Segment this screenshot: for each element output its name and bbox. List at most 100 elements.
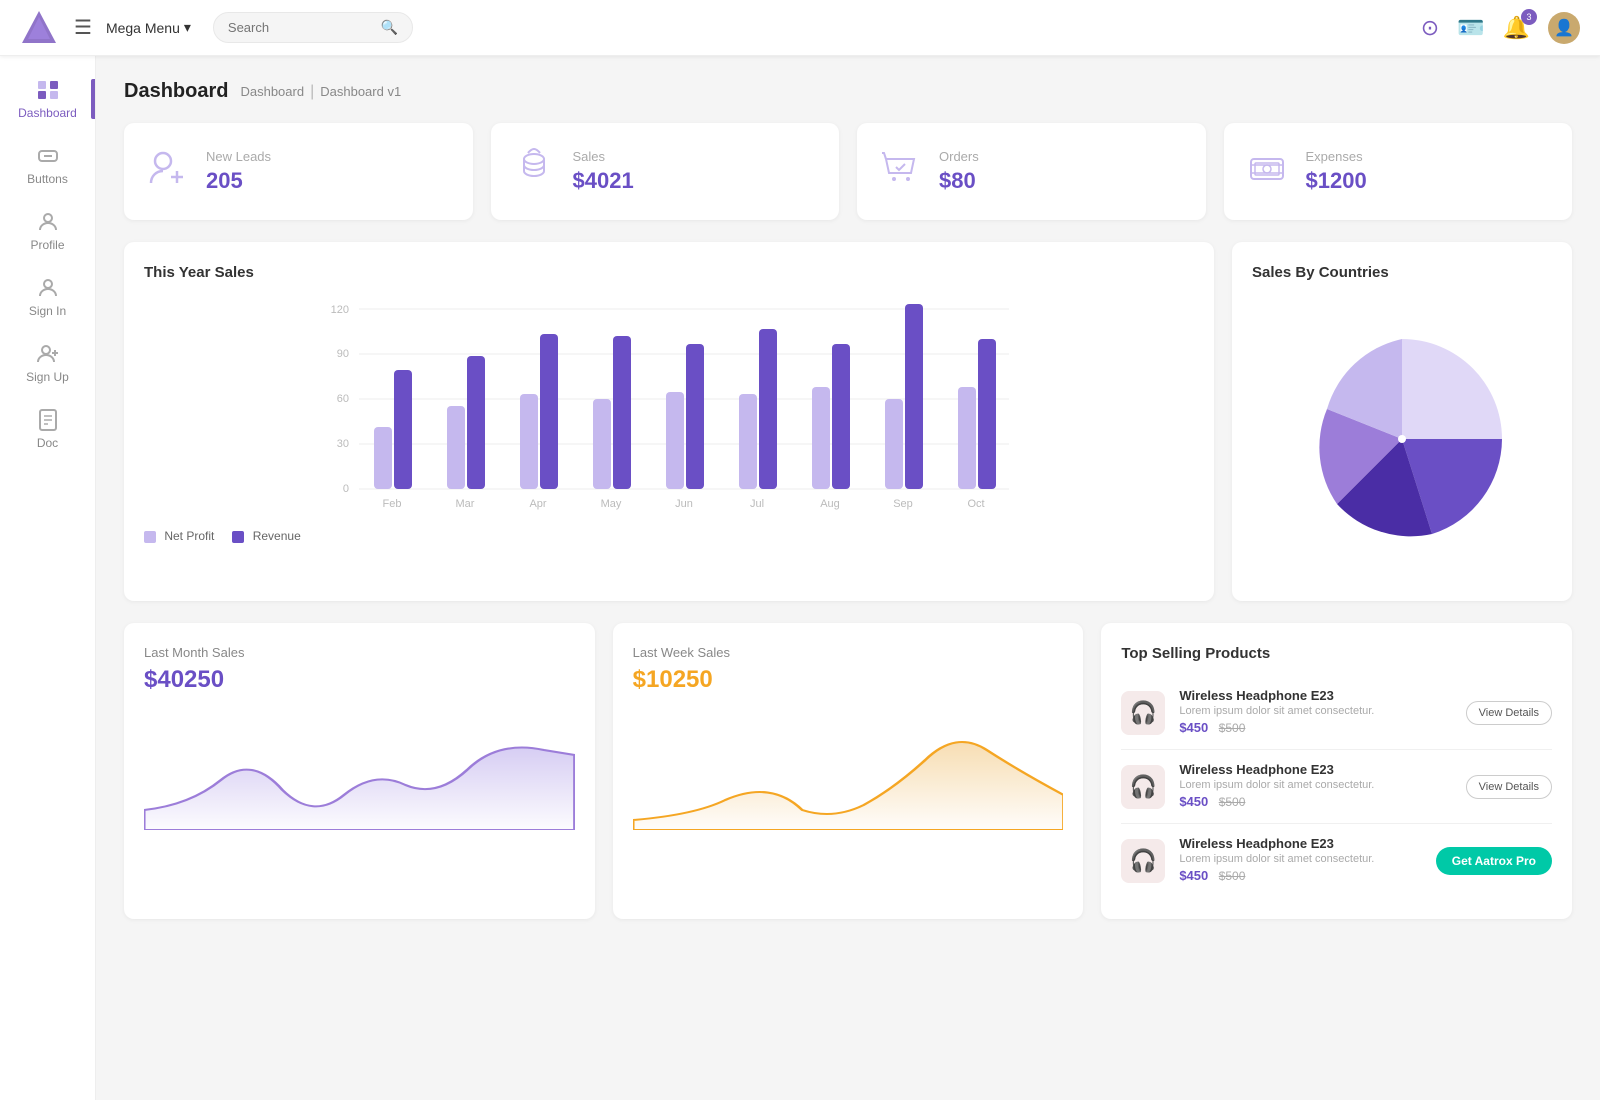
buttons-icon [36,144,60,168]
breadcrumb-link-1[interactable]: Dashboard [240,84,304,99]
svg-text:Jun: Jun [675,498,693,510]
last-week-label: Last Week Sales [633,645,1064,660]
sidebar-item-doc[interactable]: Doc [0,396,95,462]
pie-chart [1252,299,1552,579]
bottom-row: Last Month Sales $40250 Last Week Sales … [124,623,1572,919]
breadcrumb: Dashboard Dashboard | Dashboard v1 [124,80,1572,103]
stat-card-value: $1200 [1306,168,1367,194]
product-price-old: $500 [1219,721,1246,735]
svg-text:90: 90 [337,348,349,360]
svg-text:Sep: Sep [893,498,913,510]
svg-text:May: May [601,498,622,510]
mega-menu-button[interactable]: Mega Menu ▾ [106,19,195,36]
dashboard-icon [36,78,60,102]
stat-card-value: $4021 [573,168,634,194]
stat-card-info: Expenses $1200 [1306,149,1367,194]
search-icon: 🔍 [380,19,397,36]
main-content: Dashboard Dashboard | Dashboard v1 New L… [96,56,1600,1100]
search-input[interactable] [228,20,377,35]
product-info: Wireless Headphone E23 Lorem ipsum dolor… [1179,688,1451,737]
product-image: 🎧 [1121,839,1165,883]
stat-card-info: Orders $80 [939,149,979,194]
charts-row: This Year Sales 120 90 60 30 0 [124,242,1572,601]
svg-text:120: 120 [331,304,349,316]
signup-icon [36,342,60,366]
logo[interactable] [20,9,58,47]
last-month-value: $40250 [144,666,575,694]
stat-card-label: Expenses [1306,149,1367,164]
chart-legend: Net Profit Revenue [144,529,1194,543]
sidebar: Dashboard Buttons Profile Sign In Sign U… [0,56,96,1100]
svg-text:Apr: Apr [529,498,546,510]
sidebar-item-dashboard[interactable]: Dashboard [0,66,95,132]
stat-card-new-leads: New Leads 205 [124,123,473,220]
product-desc: Lorem ipsum dolor sit amet consectetur. [1179,779,1451,791]
last-month-label: Last Month Sales [144,645,575,660]
notification-badge: 3 [1521,9,1537,25]
topnav-right: ⊙ 🪪 🔔 3 👤 [1421,12,1580,44]
bar-chart: 120 90 60 30 0 [144,299,1194,519]
product-price-new: $450 [1179,794,1208,809]
sidebar-item-profile[interactable]: Profile [0,198,95,264]
pie-chart-card: Sales By Countries [1232,242,1572,601]
expenses-icon [1244,145,1290,198]
stat-card-sales: Sales $4021 [491,123,840,220]
sidebar-label-signin: Sign In [29,304,66,318]
stat-card-orders: Orders $80 [857,123,1206,220]
view-details-button-2[interactable]: View Details [1466,775,1552,799]
last-month-sales-card: Last Month Sales $40250 [124,623,595,919]
view-details-button[interactable]: View Details [1466,701,1552,725]
sidebar-label-profile: Profile [30,238,64,252]
sidebar-label-doc: Doc [37,436,58,450]
svg-text:60: 60 [337,393,349,405]
product-name: Wireless Headphone E23 [1179,762,1451,777]
product-price-new: $450 [1179,720,1208,735]
products-title: Top Selling Products [1121,645,1552,662]
github-icon[interactable]: ⊙ [1421,15,1439,41]
product-info: Wireless Headphone E23 Lorem ipsum dolor… [1179,762,1451,811]
card-icon[interactable]: 🪪 [1457,15,1484,41]
svg-text:Mar: Mar [456,498,475,510]
avatar[interactable]: 👤 [1548,12,1580,44]
last-week-chart [633,710,1064,830]
breadcrumb-separator: | [310,83,314,101]
doc-icon [36,408,60,432]
product-item: 🎧 Wireless Headphone E23 Lorem ipsum dol… [1121,750,1552,824]
svg-text:Jul: Jul [750,498,764,510]
product-item: 🎧 Wireless Headphone E23 Lorem ipsum dol… [1121,676,1552,750]
svg-text:Aug: Aug [820,498,840,510]
product-price-new: $450 [1179,868,1208,883]
sidebar-label-buttons: Buttons [27,172,68,186]
get-pro-button[interactable]: Get Aatrox Pro [1436,847,1552,875]
stat-card-label: Sales [573,149,634,164]
orders-icon [877,145,923,198]
stat-card-value: $80 [939,168,979,194]
stat-card-value: 205 [206,168,271,194]
svg-text:0: 0 [343,483,349,495]
svg-text:Feb: Feb [383,498,402,510]
topnav: ☰ Mega Menu ▾ 🔍 ⊙ 🪪 🔔 3 👤 [0,0,1600,56]
product-name: Wireless Headphone E23 [1179,688,1451,703]
sidebar-item-signup[interactable]: Sign Up [0,330,95,396]
sidebar-item-buttons[interactable]: Buttons [0,132,95,198]
product-name: Wireless Headphone E23 [1179,836,1421,851]
sidebar-label-dashboard: Dashboard [18,106,77,120]
sidebar-label-signup: Sign Up [26,370,69,384]
search-bar[interactable]: 🔍 [213,12,413,43]
breadcrumb-link-2[interactable]: Dashboard v1 [320,84,401,99]
sidebar-item-signin[interactable]: Sign In [0,264,95,330]
notifications-icon[interactable]: 🔔 3 [1503,15,1530,41]
bar-chart-card: This Year Sales 120 90 60 30 0 [124,242,1214,601]
bar-chart-title: This Year Sales [144,264,1194,281]
last-week-value: $10250 [633,666,1064,694]
hamburger-button[interactable]: ☰ [74,15,92,40]
svg-text:Oct: Oct [967,498,984,510]
pie-chart-title: Sales By Countries [1252,264,1552,281]
product-desc: Lorem ipsum dolor sit amet consectetur. [1179,853,1421,865]
product-price-old: $500 [1219,869,1246,883]
legend-net-profit: Net Profit [144,529,214,543]
product-image: 🎧 [1121,765,1165,809]
product-info: Wireless Headphone E23 Lorem ipsum dolor… [1179,836,1421,885]
stat-card-expenses: Expenses $1200 [1224,123,1573,220]
signin-icon [36,276,60,300]
